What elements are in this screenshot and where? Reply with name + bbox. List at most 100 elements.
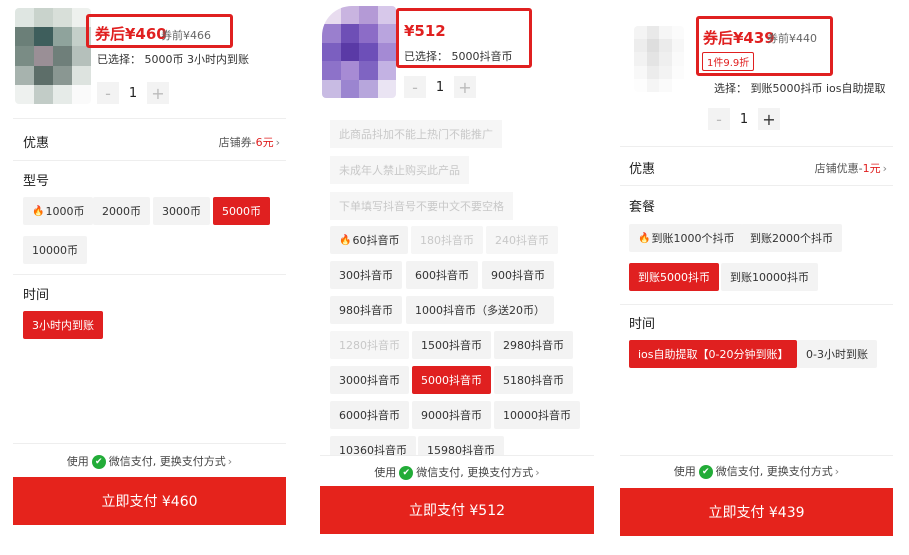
- time-option-3h-selected[interactable]: 3小时内到账: [23, 311, 103, 339]
- qty-value[interactable]: 1: [426, 80, 454, 95]
- model-option-2000[interactable]: 2000币: [93, 197, 150, 225]
- coin-option-label: 60抖音币: [352, 234, 400, 247]
- product-thumbnail: [634, 26, 684, 92]
- coin-option-9000[interactable]: 9000抖音币: [412, 401, 491, 429]
- qty-minus-button[interactable]: -: [97, 82, 119, 104]
- notice-no-promotion: 此商品抖加不能上热门不能推广: [330, 120, 502, 148]
- model-option-label: 10000币: [32, 244, 78, 257]
- pay-prefix: 使用: [673, 465, 696, 478]
- coin-option-label: 1500抖音币: [421, 339, 482, 352]
- quantity-stepper[interactable]: - 1 +: [708, 108, 780, 130]
- discount-amount: 1元: [862, 162, 881, 175]
- package-option-label: 到账2000个抖币: [750, 232, 833, 245]
- model-option-5000-selected[interactable]: 5000币: [213, 197, 270, 225]
- model-option-3000[interactable]: 3000币: [153, 197, 210, 225]
- coin-option-6000[interactable]: 6000抖音币: [330, 401, 409, 429]
- model-option-1000[interactable]: 🔥 1000币: [23, 197, 94, 225]
- time-option-0-3h[interactable]: 0-3小时到账: [797, 340, 877, 368]
- discount-label: 优惠: [23, 136, 50, 151]
- discount-label: 优惠: [629, 162, 656, 177]
- pay-now-button[interactable]: 立即支付 ¥460: [13, 477, 286, 525]
- price-after-coupon: 券后¥460: [95, 25, 167, 43]
- package-option-label: 到账5000抖币: [638, 271, 710, 284]
- coin-option-label: 180抖音币: [420, 234, 474, 247]
- divider: [320, 455, 594, 456]
- price-after-coupon: 券后¥439: [703, 29, 775, 47]
- coin-option-10000[interactable]: 10000抖音币: [494, 401, 580, 429]
- notice-account-format: 下单填写抖音号不要中文不要空格: [330, 192, 513, 220]
- chevron-right-icon: ›: [275, 136, 280, 149]
- divider: [13, 160, 286, 161]
- selected-spec: 选择： 到账5000抖币 ios自助提取【0...: [714, 82, 890, 95]
- selected-spec: 已选择： 5000币 3小时内到账: [97, 53, 249, 66]
- divider: [620, 304, 893, 305]
- coin-option-3000[interactable]: 3000抖音币: [330, 366, 409, 394]
- payment-method-line[interactable]: 使用 ✔ 微信支付, 更换支付方式 ›: [320, 464, 594, 480]
- product-thumbnail: [15, 8, 91, 104]
- model-option-10000[interactable]: 10000币: [23, 236, 87, 264]
- model-option-label: 2000币: [102, 205, 141, 218]
- coin-option-5000-selected[interactable]: 5000抖音币: [412, 366, 491, 394]
- discount-tag: 1件9.9折: [702, 52, 755, 71]
- package-label: 套餐: [629, 200, 656, 215]
- pay-now-button[interactable]: 立即支付 ¥439: [620, 488, 893, 536]
- coin-option-label: 5000抖音币: [421, 374, 482, 387]
- qty-minus-button[interactable]: -: [404, 76, 426, 98]
- discount-amount: 6元: [255, 136, 274, 149]
- coin-option-240-disabled: 240抖音币: [486, 226, 558, 254]
- qty-plus-button[interactable]: +: [758, 108, 780, 130]
- package-option-10000[interactable]: 到账10000抖币: [721, 263, 818, 291]
- notice-no-minors: 未成年人禁止购买此产品: [330, 156, 469, 184]
- package-option-label: 到账10000抖币: [730, 271, 809, 284]
- coin-option-label: 600抖音币: [415, 269, 469, 282]
- qty-minus-button[interactable]: -: [708, 108, 730, 130]
- coin-option-1000[interactable]: 1000抖音币（多送20币）: [406, 296, 554, 324]
- time-label: 时间: [23, 288, 50, 303]
- time-option-ios-selected[interactable]: ios自助提取【0-20分钟到账】: [629, 340, 798, 368]
- chevron-right-icon: ›: [227, 455, 233, 468]
- chevron-right-icon: ›: [882, 162, 887, 175]
- model-option-label: 3000币: [162, 205, 201, 218]
- qty-value[interactable]: 1: [730, 112, 758, 127]
- discount-value[interactable]: 店铺优惠-1元 ›: [815, 160, 887, 176]
- pay-method: 微信支付,: [108, 455, 157, 468]
- payment-method-line[interactable]: 使用 ✔ 微信支付, 更换支付方式 ›: [620, 463, 893, 479]
- coin-option-300[interactable]: 300抖音币: [330, 261, 402, 289]
- price-now: ¥512: [404, 22, 446, 40]
- coin-option-60[interactable]: 🔥 60抖音币: [330, 226, 409, 254]
- qty-value[interactable]: 1: [119, 86, 147, 101]
- coin-option-600[interactable]: 600抖音币: [406, 261, 478, 289]
- model-option-label: 1000币: [45, 205, 85, 218]
- pay-switch-link[interactable]: 更换支付方式: [467, 466, 533, 479]
- quantity-stepper[interactable]: - 1 +: [404, 76, 476, 98]
- pay-switch-link[interactable]: 更换支付方式: [160, 455, 226, 468]
- coin-option-5180[interactable]: 5180抖音币: [494, 366, 573, 394]
- payment-method-line[interactable]: 使用 ✔ 微信支付, 更换支付方式 ›: [13, 453, 286, 469]
- coin-option-2980[interactable]: 2980抖音币: [494, 331, 573, 359]
- pay-prefix: 使用: [66, 455, 89, 468]
- divider: [13, 443, 286, 444]
- fire-icon: 🔥: [638, 232, 651, 244]
- coin-option-label: 6000抖音币: [339, 409, 400, 422]
- coin-option-1280-disabled: 1280抖音币: [330, 331, 409, 359]
- qty-plus-button[interactable]: +: [147, 82, 169, 104]
- wechat-pay-icon: ✔: [698, 465, 713, 479]
- coin-option-label: 900抖音币: [491, 269, 545, 282]
- divider: [620, 185, 893, 186]
- price-before-coupon: 券前¥440: [767, 32, 817, 45]
- package-option-5000-selected[interactable]: 到账5000抖币: [629, 263, 719, 291]
- coin-option-1500[interactable]: 1500抖音币: [412, 331, 491, 359]
- pay-switch-link[interactable]: 更换支付方式: [767, 465, 833, 478]
- coin-option-980[interactable]: 980抖音币: [330, 296, 402, 324]
- wechat-pay-icon: ✔: [91, 455, 106, 469]
- coin-option-label: 1280抖音币: [339, 339, 400, 352]
- discount-value[interactable]: 店铺券-6元 ›: [219, 134, 280, 150]
- coin-option-900[interactable]: 900抖音币: [482, 261, 554, 289]
- quantity-stepper[interactable]: - 1 +: [97, 82, 169, 104]
- time-label: 时间: [629, 317, 656, 332]
- pay-now-button[interactable]: 立即支付 ¥512: [320, 486, 594, 534]
- package-option-1000[interactable]: 🔥 到账1000个抖币: [629, 224, 744, 252]
- package-option-2000[interactable]: 到账2000个抖币: [741, 224, 842, 252]
- discount-value-prefix: 店铺优惠-: [814, 162, 863, 175]
- qty-plus-button[interactable]: +: [454, 76, 476, 98]
